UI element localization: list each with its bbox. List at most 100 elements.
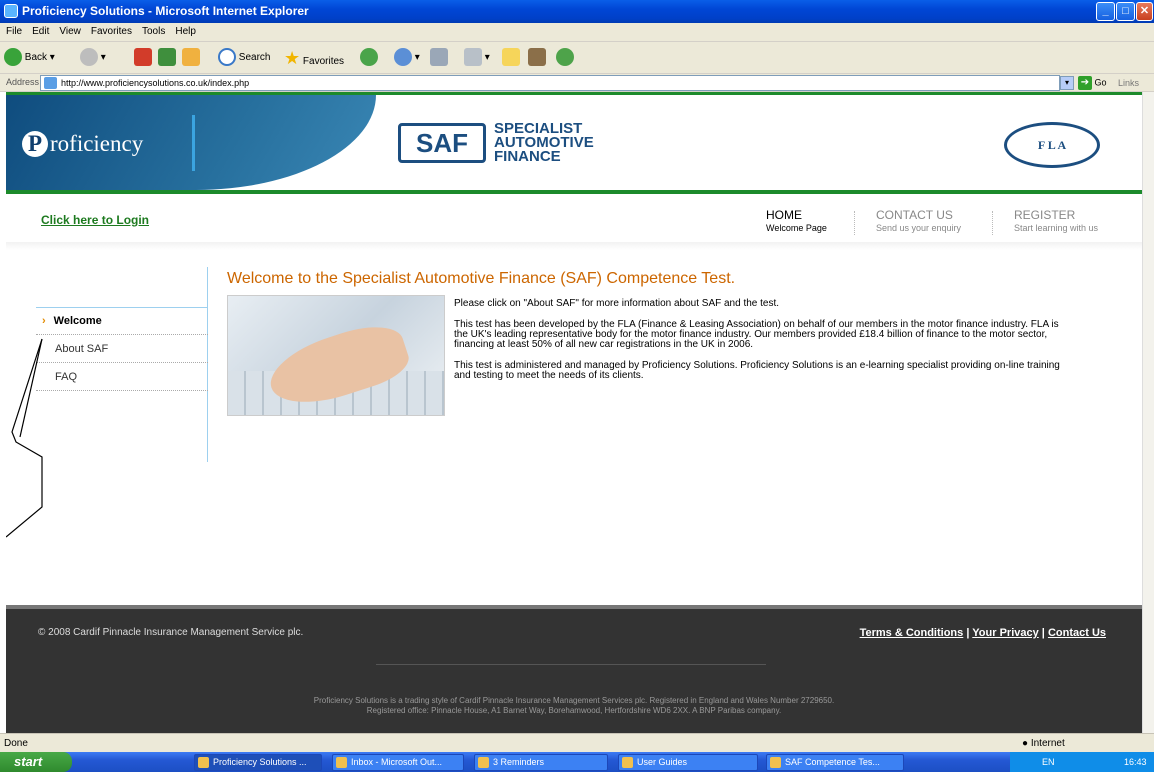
refresh-icon: [158, 48, 176, 67]
ie-icon: [4, 4, 18, 18]
header-bottom-line: [6, 190, 1142, 194]
nav-separator: [854, 211, 855, 235]
bell-icon: [478, 757, 489, 768]
back-button[interactable]: Back ▾: [4, 48, 55, 68]
home-icon: [182, 48, 200, 67]
minimize-button[interactable]: _: [1096, 2, 1115, 21]
close-button[interactable]: ✕: [1136, 2, 1153, 21]
system-tray: EN 16:43: [1010, 752, 1154, 772]
document-icon: [770, 757, 781, 768]
history-icon: [360, 48, 378, 67]
address-input[interactable]: http://www.proficiencysolutions.co.uk/in…: [40, 75, 1060, 91]
forward-arrow-icon: [80, 48, 98, 67]
edit-button[interactable]: ▾: [464, 48, 490, 68]
menu-favorites[interactable]: Favorites: [85, 23, 136, 37]
task-proficiency[interactable]: Proficiency Solutions ...: [194, 754, 322, 771]
research-icon: [528, 48, 546, 67]
scrollbar[interactable]: [1142, 92, 1154, 733]
print-button[interactable]: [430, 48, 448, 68]
menu-tools[interactable]: Tools: [136, 23, 169, 37]
saf-logo: SAF: [398, 123, 486, 163]
mail-button[interactable]: ▾: [394, 48, 420, 68]
footer-links: Terms & Conditions | Your Privacy | Cont…: [859, 627, 1106, 639]
legal-text: Proficiency Solutions is a trading style…: [313, 696, 835, 715]
nav-separator: [992, 211, 993, 235]
messenger-button[interactable]: [556, 48, 574, 68]
menu-file[interactable]: File: [0, 23, 26, 37]
paragraph: This test is administered and managed by…: [454, 360, 1060, 381]
folder-icon: [622, 757, 633, 768]
proficiency-logo: Proficiency: [22, 131, 143, 157]
research-button[interactable]: [528, 48, 546, 68]
main-text: Please click on "About SAF" for more inf…: [454, 299, 1074, 392]
maximize-button[interactable]: □: [1116, 2, 1135, 21]
home-button[interactable]: [182, 48, 200, 68]
taskbar: start Proficiency Solutions ... Inbox - …: [0, 752, 1154, 772]
nav-contact[interactable]: CONTACT US Send us your enquiry: [876, 209, 961, 234]
title-bar: Proficiency Solutions - Microsoft Intern…: [0, 0, 1154, 23]
paragraph: Please click on "About SAF" for more inf…: [454, 298, 780, 309]
stop-icon: [134, 48, 152, 67]
search-button[interactable]: Search: [218, 48, 270, 68]
security-zone: ● Internet: [1022, 738, 1065, 749]
outlook-icon: [336, 757, 347, 768]
login-link[interactable]: Click here to Login: [41, 213, 149, 227]
stop-button[interactable]: [134, 48, 152, 68]
start-button[interactable]: start: [0, 752, 72, 772]
fla-logo: F L A: [1004, 122, 1100, 168]
menu-bar: File Edit View Favorites Tools Help: [0, 23, 1154, 42]
messenger-icon: [556, 48, 574, 67]
nav-register[interactable]: REGISTER Start learning with us: [1014, 209, 1098, 234]
terms-link[interactable]: Terms & Conditions: [860, 627, 964, 639]
print-icon: [430, 48, 448, 67]
edit-icon: [464, 48, 482, 67]
page-heading: Welcome to the Specialist Automotive Fin…: [227, 270, 736, 287]
header-banner: Proficiency SAF SPECIALIST AUTOMOTIVE FI…: [6, 95, 1142, 190]
nav-shadow: [6, 242, 1142, 250]
mail-icon: [394, 48, 412, 67]
nav-home[interactable]: HOME Welcome Page: [766, 209, 827, 234]
keyboard-photo: [227, 295, 445, 416]
favorites-button[interactable]: ★ Favorites: [284, 48, 344, 68]
logo-divider: [192, 115, 195, 171]
task-user-guides[interactable]: User Guides: [618, 754, 758, 771]
contact-link[interactable]: Contact Us: [1048, 627, 1106, 639]
back-arrow-icon: [4, 48, 22, 67]
page-content: Proficiency SAF SPECIALIST AUTOMOTIVE FI…: [6, 92, 1142, 733]
toolbar: Back ▾ ▾ Search ★ Favorites ▾ ▾: [0, 42, 1154, 74]
address-bar: Address http://www.proficiencysolutions.…: [0, 74, 1154, 92]
ie-icon: [198, 757, 209, 768]
folder-icon: [502, 48, 520, 67]
links-button[interactable]: Links: [1118, 78, 1139, 88]
sidemenu-item-welcome[interactable]: › Welcome: [36, 307, 208, 335]
address-dropdown[interactable]: ▾: [1060, 76, 1074, 90]
window-title: Proficiency Solutions - Microsoft Intern…: [22, 4, 309, 18]
chevron-right-icon: ›: [42, 315, 46, 327]
task-saf[interactable]: SAF Competence Tes...: [766, 754, 904, 771]
language[interactable]: EN: [1042, 752, 1055, 772]
go-arrow-icon: ➔: [1078, 76, 1092, 90]
star-icon: ★: [284, 48, 301, 68]
forward-button[interactable]: ▾: [80, 48, 106, 68]
menu-view[interactable]: View: [53, 23, 85, 37]
status-bar: Done ● Internet: [0, 733, 1154, 752]
task-reminders[interactable]: 3 Reminders: [474, 754, 608, 771]
privacy-link[interactable]: Your Privacy: [972, 627, 1038, 639]
search-icon: [218, 48, 236, 67]
menu-edit[interactable]: Edit: [26, 23, 53, 37]
saf-logo-text: SPECIALIST AUTOMOTIVE FINANCE: [494, 120, 594, 165]
paragraph: This test has been developed by the FLA …: [454, 319, 1059, 350]
task-inbox[interactable]: Inbox - Microsoft Out...: [332, 754, 464, 771]
folder-button[interactable]: [502, 48, 520, 68]
footer: © 2008 Cardif Pinnacle Insurance Managem…: [6, 605, 1142, 733]
clock: 16:43: [1124, 757, 1147, 767]
history-button[interactable]: [360, 48, 378, 68]
annotation-callout: [6, 338, 43, 538]
proficiency-initial: P: [22, 131, 48, 157]
copyright: © 2008 Cardif Pinnacle Insurance Managem…: [38, 627, 304, 638]
status-text: Done: [4, 738, 28, 749]
address-label: Address: [6, 77, 40, 87]
go-button[interactable]: ➔ Go: [1078, 76, 1107, 90]
refresh-button[interactable]: [158, 48, 176, 68]
menu-help[interactable]: Help: [169, 23, 200, 37]
